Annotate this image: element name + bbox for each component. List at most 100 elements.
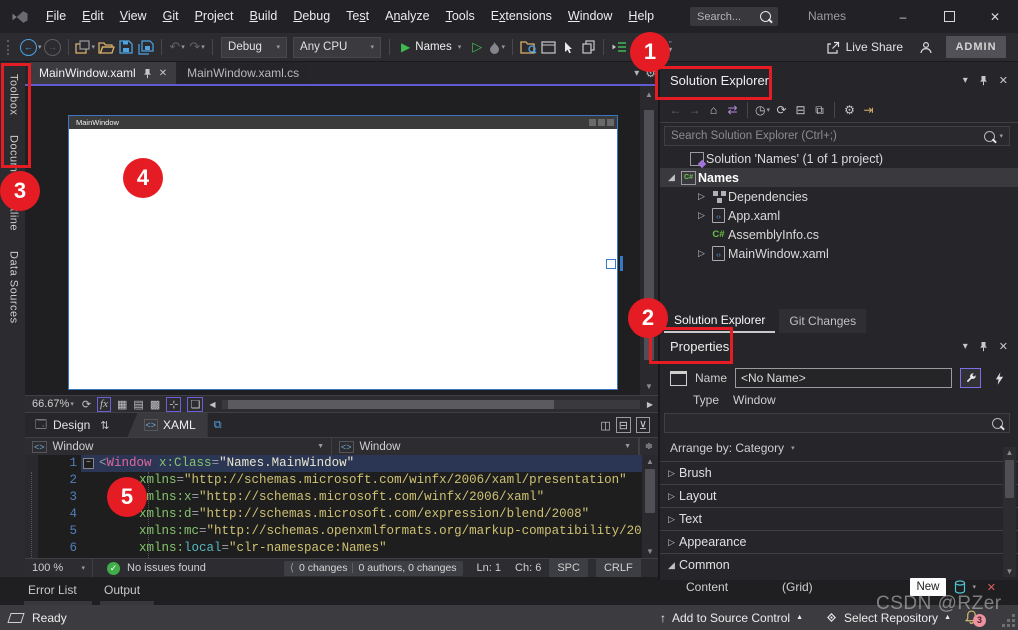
start-without-debugging-button[interactable]: ▷ — [468, 36, 486, 58]
scroll-left-icon[interactable]: ◀ — [209, 400, 215, 409]
pin-icon[interactable] — [979, 75, 988, 86]
scroll-up-icon[interactable]: ▲ — [642, 457, 658, 466]
forward-icon[interactable]: → — [685, 103, 704, 117]
tree-item-app-xaml[interactable]: ▷‹›App.xaml — [660, 206, 1018, 225]
scrollbar-thumb[interactable] — [1005, 460, 1014, 498]
breadcrumb-right-window[interactable]: <> Window ▼ — [332, 438, 639, 455]
designer-zoom-combo[interactable]: 66.67% — [32, 398, 69, 410]
close-icon[interactable]: ✕ — [999, 74, 1008, 87]
new-project-button[interactable]: ▾ — [75, 36, 96, 58]
category-appearance[interactable]: ▷Appearance — [660, 530, 1018, 553]
show-grid-icon[interactable]: ▦ — [117, 398, 127, 411]
close-icon[interactable]: ✕ — [999, 340, 1008, 353]
splitter-toggle-icon[interactable]: ≑ — [639, 438, 658, 455]
indent-decrease-icon[interactable] — [610, 36, 628, 58]
scroll-right-icon[interactable]: ▶ — [647, 400, 653, 409]
properties-search-box[interactable] — [664, 413, 1010, 433]
name-input[interactable]: <No Name> — [735, 368, 952, 388]
swap-panes-icon[interactable]: ⇅ — [100, 419, 109, 432]
tree-item-solution-names-1-of-1-project-[interactable]: Solution 'Names' (1 of 1 project) — [660, 149, 1018, 168]
minimize-button[interactable]: – — [880, 0, 926, 33]
category-common[interactable]: ◢Common — [660, 553, 1018, 576]
menu-test[interactable]: Test — [338, 0, 377, 33]
scrollbar-thumb[interactable] — [645, 469, 655, 513]
vertical-split-icon[interactable]: ◫ — [600, 419, 610, 432]
expander-icon[interactable]: ▷ — [664, 491, 679, 502]
designer-window-preview[interactable]: MainWindow — [68, 115, 618, 390]
background-tasks-icon[interactable] — [7, 613, 24, 623]
snap-to-snaplines-icon[interactable]: ❏ — [187, 397, 203, 412]
redo-button[interactable]: ↷▾ — [188, 36, 206, 58]
tree-item-mainwindow-xaml[interactable]: ▷‹›MainWindow.xaml — [660, 244, 1018, 263]
refresh-icon[interactable]: ⟳ — [772, 103, 791, 117]
close-tab-icon[interactable]: ✕ — [159, 68, 167, 79]
scroll-down-icon[interactable]: ▼ — [642, 547, 658, 556]
events-bolt-button[interactable] — [989, 368, 1010, 388]
breadcrumb-left-window[interactable]: <> Window ▼ — [25, 438, 332, 455]
resize-grip-bar[interactable] — [620, 256, 623, 271]
expander-icon[interactable]: ▷ — [664, 468, 679, 479]
live-share-button[interactable]: Live Share — [826, 40, 903, 54]
expander-icon[interactable]: ▷ — [664, 537, 679, 548]
menu-view[interactable]: View — [112, 0, 155, 33]
undo-button[interactable]: ↶▾ — [168, 36, 186, 58]
horizontal-split-icon[interactable]: ⊟ — [616, 417, 631, 433]
category-brush[interactable]: ▷Brush — [660, 461, 1018, 484]
sync-with-active-document-icon[interactable]: ⇄ — [723, 103, 742, 117]
menu-git[interactable]: Git — [155, 0, 187, 33]
category-text[interactable]: ▷Text — [660, 507, 1018, 530]
popout-xaml-icon[interactable]: ⧉ — [214, 419, 222, 432]
designer-horizontal-scrollbar[interactable] — [222, 400, 639, 409]
menu-edit[interactable]: Edit — [74, 0, 112, 33]
menu-build[interactable]: Build — [242, 0, 286, 33]
menu-help[interactable]: Help — [620, 0, 662, 33]
sidebar-tab-data-sources[interactable]: Data Sources — [6, 243, 20, 332]
codelens-changes[interactable]: ⟨ 0 changes 0 authors, 0 changes — [284, 561, 463, 576]
menu-window[interactable]: Window — [560, 0, 620, 33]
toolbar-grip[interactable] — [7, 40, 13, 55]
find-in-files-button[interactable] — [519, 36, 537, 58]
copy-document-icon[interactable] — [579, 36, 597, 58]
tree-item-dependencies[interactable]: ▷Dependencies — [660, 187, 1018, 206]
refresh-designer-icon[interactable]: ⟳ — [82, 398, 91, 411]
effects-fx-icon[interactable]: fx — [97, 397, 111, 412]
cursor-icon[interactable] — [559, 36, 577, 58]
tab-output[interactable]: Output — [104, 583, 140, 597]
open-file-button[interactable] — [97, 36, 115, 58]
line-indicator[interactable]: Ln: 1 — [477, 562, 501, 574]
tab-mainwindow-xaml-cs[interactable]: MainWindow.xaml.cs — [178, 62, 308, 84]
column-indicator[interactable]: Ch: 6 — [515, 562, 541, 574]
menu-project[interactable]: Project — [187, 0, 242, 33]
resize-handle[interactable] — [606, 259, 616, 269]
solution-explorer-toggle-icon[interactable] — [539, 36, 557, 58]
platform-combo[interactable]: Any CPU▾ — [293, 37, 381, 58]
snapping-icon[interactable]: ⊹ — [166, 397, 181, 412]
spaces-indicator[interactable]: SPC — [549, 559, 588, 578]
expander-icon[interactable]: ▷ — [694, 248, 709, 259]
expander-icon[interactable]: ▷ — [694, 210, 709, 221]
collapse-region-icon[interactable]: − — [83, 458, 94, 469]
properties-scrollbar[interactable]: ▲ ▼ — [1003, 447, 1016, 577]
tree-item-names[interactable]: ◢C#Names — [660, 168, 1018, 187]
editor-vertical-scrollbar[interactable]: ▲ ▼ — [642, 455, 658, 558]
add-to-source-control-button[interactable]: ↑ Add to Source Control ▲ — [660, 611, 803, 625]
menu-extensions[interactable]: Extensions — [483, 0, 560, 33]
expander-icon[interactable]: ◢ — [664, 560, 679, 571]
start-debugging-button[interactable]: ▶ Names ▾ — [401, 40, 461, 54]
code-line-5[interactable]: 5xmlns:mc="http://schemas.openxmlformats… — [25, 523, 642, 540]
window-position-dropdown-icon[interactable]: ▾ — [963, 75, 968, 86]
show-all-files-icon[interactable]: ⧉ — [810, 103, 829, 118]
collapse-all-icon[interactable]: ⊟ — [791, 103, 810, 117]
expander-icon[interactable]: ▷ — [664, 514, 679, 525]
editor-zoom-combo[interactable]: 100 %▾ — [25, 559, 93, 577]
menu-file[interactable]: File — [38, 0, 74, 33]
code-line-6[interactable]: 6xmlns:local="clr-namespace:Names" — [25, 540, 642, 557]
chevron-down-icon[interactable]: ▾ — [972, 583, 976, 591]
solution-explorer-search-box[interactable]: Search Solution Explorer (Ctrl+;) ▾ — [664, 126, 1010, 146]
expander-icon[interactable]: ◢ — [664, 172, 679, 183]
navigate-forward-button[interactable]: → — [44, 36, 62, 58]
scroll-down-icon[interactable]: ▼ — [640, 382, 658, 391]
back-icon[interactable]: ← — [666, 103, 685, 117]
hot-reload-button[interactable]: ▾ — [488, 36, 506, 58]
xaml-designer-surface[interactable]: MainWindow — [25, 86, 640, 395]
